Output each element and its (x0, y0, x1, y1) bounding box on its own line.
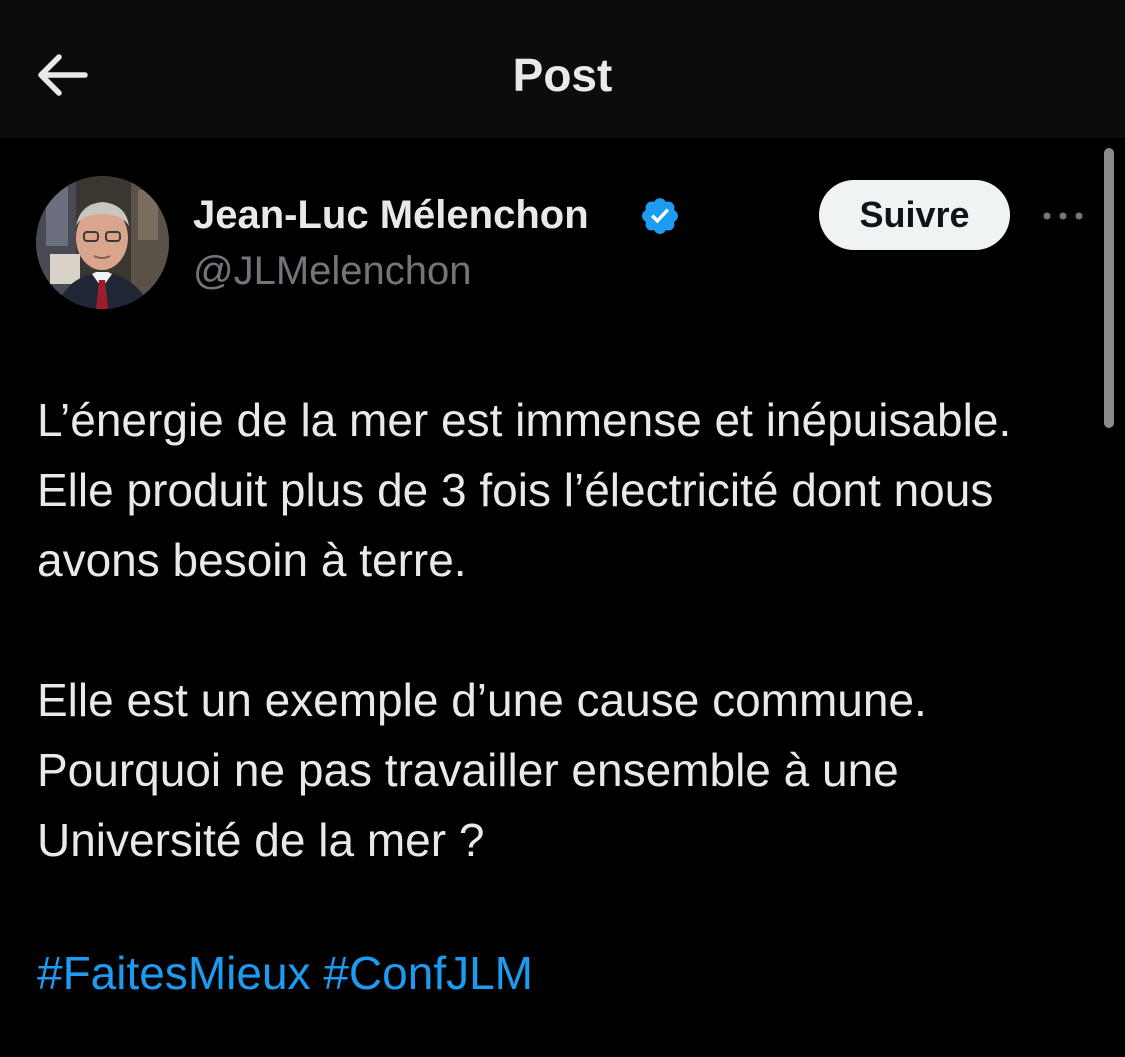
avatar-photo (36, 176, 169, 309)
avatar[interactable] (36, 176, 169, 309)
follow-button[interactable]: Suivre (819, 180, 1010, 250)
author-handle[interactable]: @JLMelenchon (193, 246, 472, 296)
hashtag-link[interactable]: #FaitesMieux (37, 947, 311, 999)
tweet-body: L’énergie de la mer est immense et inépu… (37, 385, 1087, 875)
hashtag-link[interactable]: #ConfJLM (323, 947, 533, 999)
more-options-button[interactable] (1038, 196, 1088, 236)
more-horizontal-icon (1043, 212, 1083, 220)
top-bar: Post (0, 0, 1125, 138)
scrollbar[interactable] (1104, 148, 1114, 428)
tweet-paragraph: L’énergie de la mer est immense et inépu… (37, 394, 1012, 586)
page-title: Post (512, 49, 613, 101)
author-name[interactable]: Jean-Luc Mélenchon (193, 190, 589, 240)
verified-badge-icon (642, 198, 678, 234)
tweet-paragraph: Elle est un exemple d’une cause commune.… (37, 674, 927, 866)
hashtag-list: #FaitesMieux #ConfJLM (37, 938, 533, 1008)
